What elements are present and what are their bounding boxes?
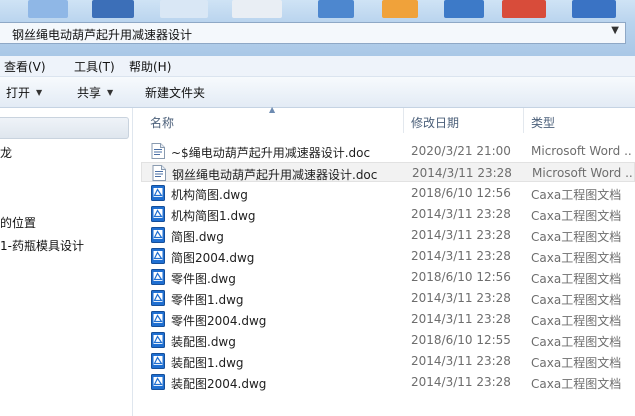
window-titlebar: 钢丝绳电动葫芦起升用减速器设计 ▼ [0,0,635,56]
new-folder-button[interactable]: 新建文件夹 [145,84,205,101]
file-row[interactable]: 简图2004.dwg 2014/3/11 23:28 Caxa工程图文档 [141,246,635,266]
share-button-label: 共享 [77,86,102,100]
file-row[interactable]: 简图.dwg 2014/3/11 23:28 Caxa工程图文档 [141,225,635,245]
desktop-icon [92,0,134,18]
chevron-down-icon: ▼ [36,88,43,97]
file-name: 装配图1.dwg [171,356,244,370]
file-name: 零件图1.dwg [171,293,244,307]
file-modified-date: 2014/3/11 23:28 [411,354,511,368]
file-row[interactable]: 装配图.dwg 2018/6/10 12:55 Caxa工程图文档 [141,330,635,350]
file-list: ▲ 名称 修改日期 类型 ~$绳电动葫芦起升用减速器设计.doc 2020/3/2… [133,105,635,416]
file-type: Microsoft Word .. [532,166,633,180]
file-name: 机构简图1.dwg [171,209,256,223]
file-row[interactable]: 零件图1.dwg 2014/3/11 23:28 Caxa工程图文档 [141,288,635,308]
open-button[interactable]: 打开 ▼ [6,84,42,101]
file-row[interactable]: 零件图.dwg 2018/6/10 12:56 Caxa工程图文档 [141,267,635,287]
file-modified-date: 2014/3/11 23:28 [411,291,511,305]
file-modified-date: 2014/3/11 23:28 [411,249,511,263]
desktop-icon [382,0,418,18]
file-name: ~$绳电动葫芦起升用减速器设计.doc [171,146,371,160]
file-row[interactable]: 钢丝绳电动葫芦起升用减速器设计.doc 2014/3/11 23:28 Micros… [141,162,635,182]
dwg-file-icon [151,206,165,222]
word-doc-icon [151,143,165,159]
desktop-icon [232,0,282,18]
desktop-icon-strip [0,0,635,22]
file-type: Caxa工程图文档 [531,293,622,307]
file-type: Caxa工程图文档 [531,209,622,223]
chevron-down-icon: ▼ [107,88,114,97]
column-divider[interactable] [523,108,524,133]
nav-item-folder[interactable]: 1-药瓶模具设计 [0,237,84,254]
file-modified-date: 2018/6/10 12:55 [411,333,511,347]
file-modified-date: 2014/3/11 23:28 [411,207,511,221]
nav-item-selected[interactable] [0,117,129,139]
file-name: 简图.dwg [171,230,224,244]
file-type: Caxa工程图文档 [531,251,622,265]
word-doc-icon [152,165,166,181]
file-row[interactable]: 机构简图1.dwg 2014/3/11 23:28 Caxa工程图文档 [141,204,635,224]
file-row[interactable]: ~$绳电动葫芦起升用减速器设计.doc 2020/3/21 21:00 Micros… [141,141,635,161]
dwg-file-icon [151,227,165,243]
column-divider[interactable] [403,108,404,133]
file-modified-date: 2014/3/11 23:28 [411,228,511,242]
menu-bar: 查看(V) 工具(T) 帮助(H) [0,56,635,77]
file-name: 钢丝绳电动葫芦起升用减速器设计.doc [172,168,378,182]
file-name: 装配图2004.dwg [171,377,267,391]
menu-view[interactable]: 查看(V) [4,58,46,75]
file-type: Caxa工程图文档 [531,335,622,349]
chevron-down-icon[interactable]: ▼ [611,25,619,36]
dwg-file-icon [151,248,165,264]
share-button[interactable]: 共享 ▼ [77,84,113,101]
file-name: 装配图.dwg [171,335,236,349]
file-name: 零件图.dwg [171,272,236,286]
file-modified-date: 2018/6/10 12:56 [411,186,511,200]
file-modified-date: 2014/3/11 23:28 [411,375,511,389]
desktop-icon [160,0,208,18]
file-row[interactable]: 零件图2004.dwg 2014/3/11 23:28 Caxa工程图文档 [141,309,635,329]
address-path: 钢丝绳电动葫芦起升用减速器设计 [12,28,193,42]
file-type: Caxa工程图文档 [531,272,622,286]
file-type: Caxa工程图文档 [531,314,622,328]
column-header-name[interactable]: 名称 [150,114,174,131]
desktop-icon [444,0,484,18]
file-type: Caxa工程图文档 [531,188,622,202]
file-type: Microsoft Word .. [531,144,632,158]
file-name: 零件图2004.dwg [171,314,267,328]
open-button-label: 打开 [6,86,31,100]
file-row[interactable]: 装配图1.dwg 2014/3/11 23:28 Caxa工程图文档 [141,351,635,371]
column-header-date[interactable]: 修改日期 [411,114,459,131]
dwg-file-icon [151,185,165,201]
nav-item-places[interactable]: 的位置 [0,214,36,231]
file-name: 机构简图.dwg [171,188,248,202]
desktop-icon [572,0,616,18]
dwg-file-icon [151,269,165,285]
menu-tools[interactable]: 工具(T) [74,58,115,75]
menu-help[interactable]: 帮助(H) [129,58,171,75]
file-type: Caxa工程图文档 [531,377,622,391]
desktop-icon [318,0,354,18]
nav-item[interactable]: 龙 [0,144,12,161]
desktop-icon [28,0,68,18]
file-row[interactable]: 装配图2004.dwg 2014/3/11 23:28 Caxa工程图文档 [141,372,635,392]
address-bar[interactable]: 钢丝绳电动葫芦起升用减速器设计 ▼ [0,22,626,44]
file-type: Caxa工程图文档 [531,230,622,244]
file-type: Caxa工程图文档 [531,356,622,370]
file-modified-date: 2014/3/11 23:28 [412,166,512,180]
command-bar: 打开 ▼ 共享 ▼ 新建文件夹 [0,77,635,108]
sort-ascending-icon: ▲ [269,105,276,114]
file-row[interactable]: 机构简图.dwg 2018/6/10 12:56 Caxa工程图文档 [141,183,635,203]
dwg-file-icon [151,353,165,369]
dwg-file-icon [151,311,165,327]
file-modified-date: 2018/6/10 12:56 [411,270,511,284]
dwg-file-icon [151,374,165,390]
desktop-icon [502,0,546,18]
file-name: 简图2004.dwg [171,251,255,265]
navigation-pane: 龙 的位置 1-药瓶模具设计 [0,108,133,416]
file-modified-date: 2020/3/21 21:00 [411,144,511,158]
column-header-type[interactable]: 类型 [531,114,555,131]
file-modified-date: 2014/3/11 23:28 [411,312,511,326]
dwg-file-icon [151,290,165,306]
dwg-file-icon [151,332,165,348]
